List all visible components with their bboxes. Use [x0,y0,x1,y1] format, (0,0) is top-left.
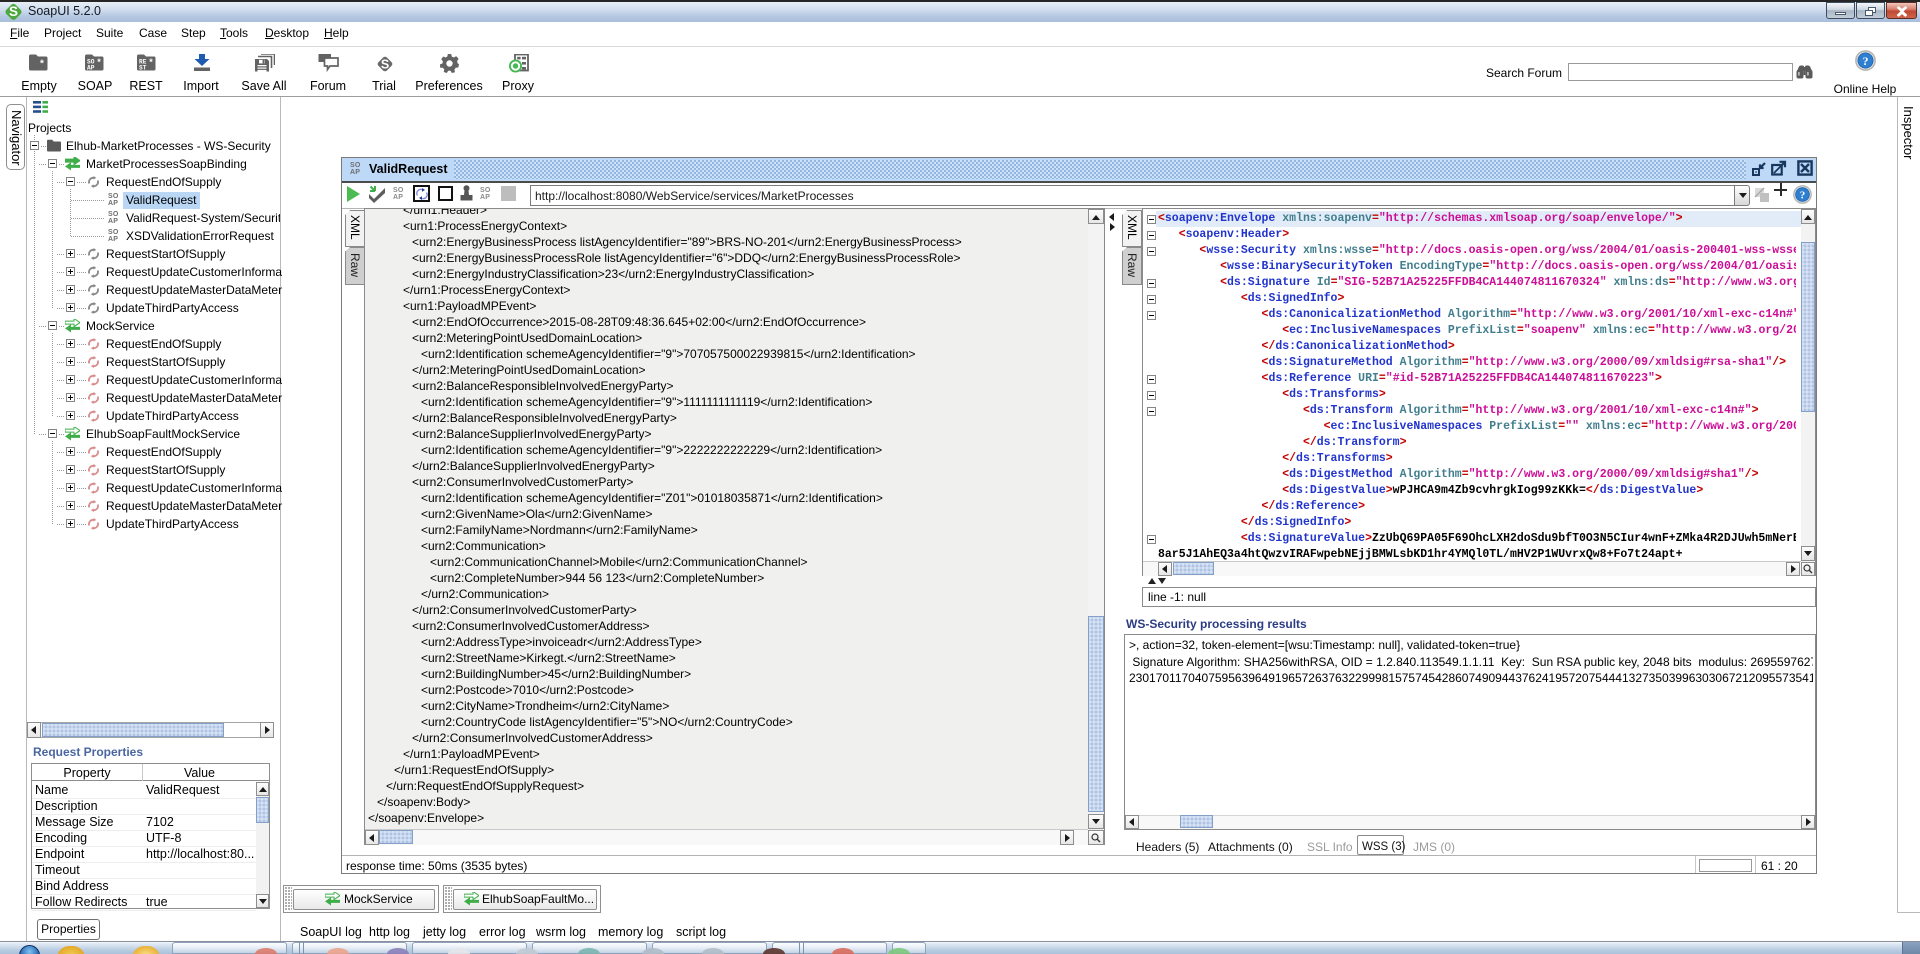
svg-text:S: S [381,58,389,72]
svg-text:*: * [149,57,153,67]
svg-text:?: ? [1863,54,1869,68]
svg-text:ST: ST [139,65,147,72]
svg-text:S: S [9,4,18,19]
svg-text:*: * [40,59,44,70]
svg-text:AP: AP [87,65,95,72]
svg-text:?: ? [1800,190,1806,202]
svg-text:*: * [97,57,101,67]
